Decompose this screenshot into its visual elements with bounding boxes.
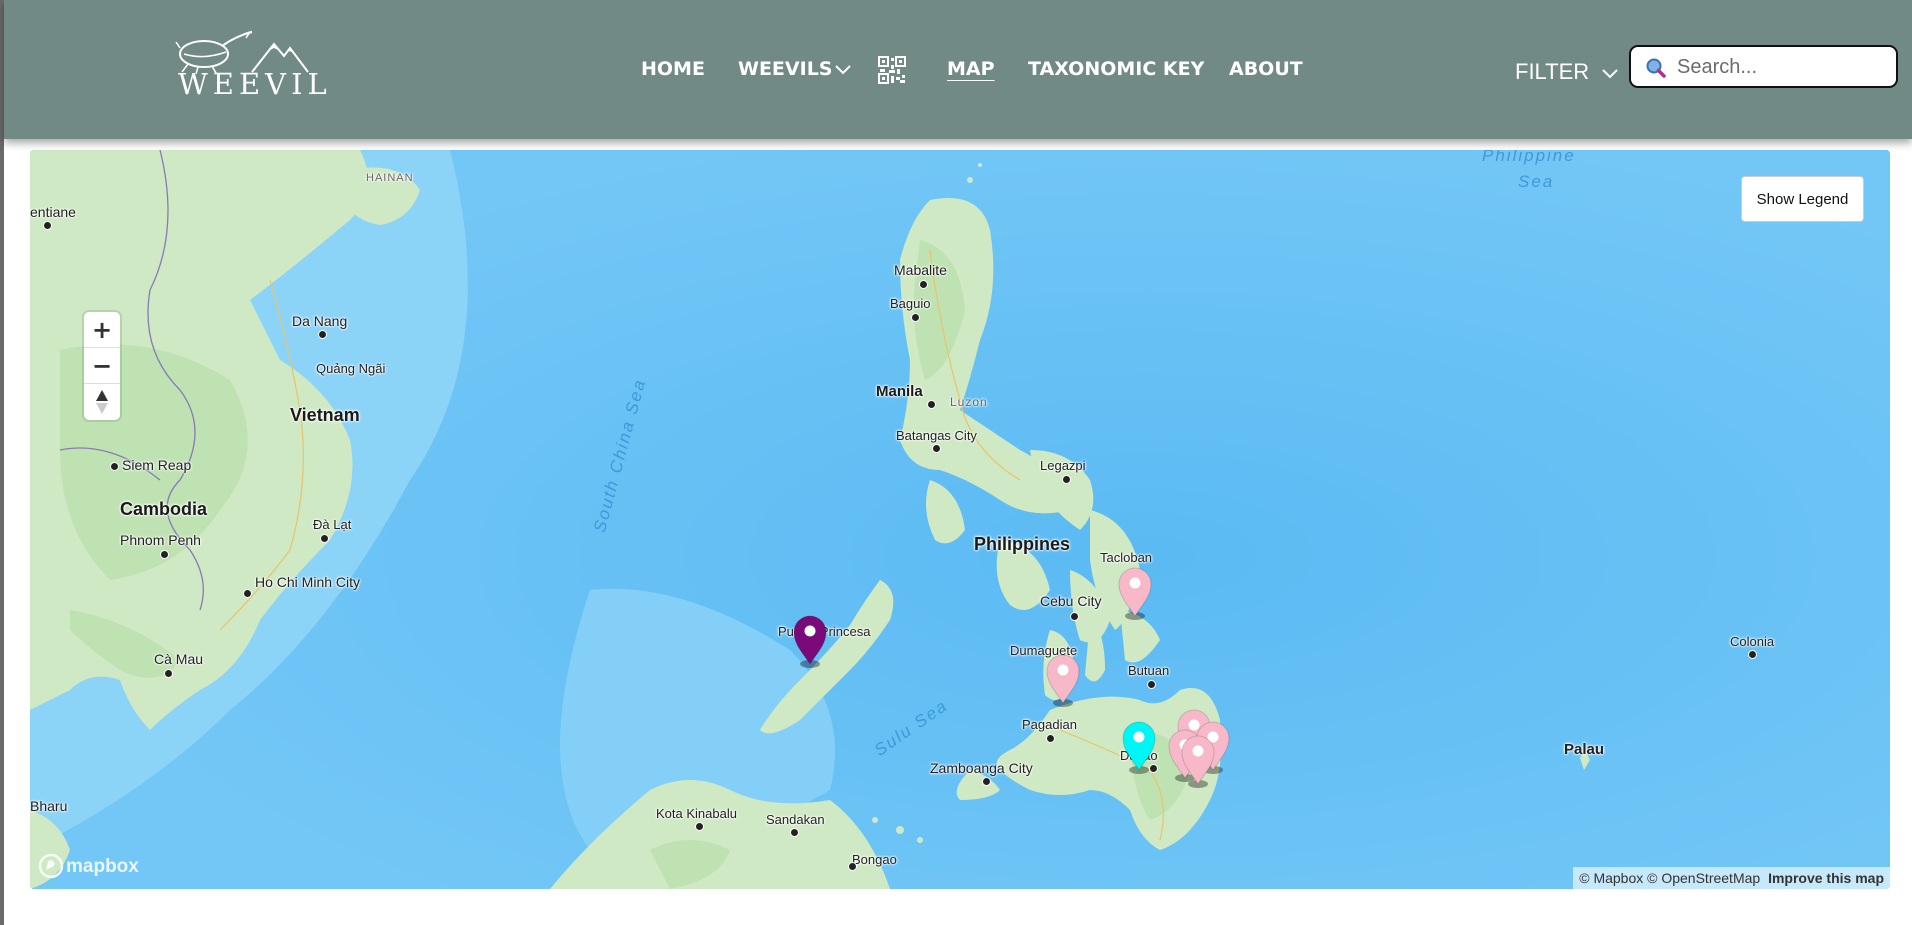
label-philippine-sea: Philippine [1482,150,1576,165]
label-mabalite: Mabalite [894,262,947,278]
label-kota-kinabalu: Kota Kinabalu [656,806,737,821]
chevron-down-icon [835,65,852,75]
label-batangas: Batangas City [896,428,977,443]
map-pin-icon [1118,567,1152,620]
city-dot [164,669,173,678]
label-zamboanga: Zamboanga City [930,760,1033,776]
nav-taxonomic-key[interactable]: TAXONOMIC KEY [1028,57,1204,81]
attribution-mapbox-link[interactable]: © Mapbox [1579,870,1643,886]
city-dot [919,280,928,289]
specimen-marker-davao-oriental-4[interactable] [1180,734,1216,790]
zoom-control: + − [84,312,120,420]
search-box[interactable] [1629,45,1898,88]
specimen-marker-davao[interactable] [1121,720,1157,776]
map-pin-icon [1046,654,1080,707]
label-sandakan: Sandakan [766,812,825,827]
city-dot [1070,612,1079,621]
city-dot [982,777,991,786]
specimen-marker-palawan[interactable] [792,614,828,670]
label-bharu: Bharu [30,798,68,814]
label-legazpi: Legazpi [1040,458,1086,473]
city-dot [320,534,329,543]
mapbox-logo[interactable]: mapbox [38,852,158,884]
label-pagadian: Pagadian [1022,717,1077,732]
zoom-out-button[interactable]: − [84,348,120,384]
label-tacloban: Tacloban [1100,550,1153,565]
city-dot [927,400,936,409]
mapbox-logo-text: mapbox [66,856,139,877]
city-dot [43,221,52,230]
search-icon [1646,58,1666,78]
label-philippines: Philippines [974,534,1071,554]
label-palau: Palau [1564,741,1605,758]
city-dot [160,550,169,559]
city-dot [790,828,799,837]
label-vientiane: entiane [30,204,76,220]
zoom-in-button[interactable]: + [84,312,120,348]
label-ca-mau: Cà Mau [154,651,204,667]
specimen-marker-leyte[interactable] [1117,566,1153,622]
nav-map[interactable]: MAP [947,57,995,81]
map-pin-icon [793,615,827,668]
navbar: WEEVIL HOME WEEVILS MAP TAXONOMIC KEY AB… [4,0,1912,139]
label-hainan: HAINAN [366,172,414,184]
label-colonia: Colonia [1730,634,1775,649]
city-dot [1046,734,1055,743]
improve-map-link[interactable]: Improve this map [1768,870,1884,886]
page-footer-space [4,889,1912,925]
nav-weevils-label: WEEVILS [738,58,833,80]
search-input[interactable] [1675,51,1894,83]
label-manila: Manila [876,383,923,400]
label-vietnam: Vietnam [290,405,360,425]
map-pin-icon [1122,721,1156,774]
logo-text: WEEVIL [178,67,332,101]
label-quang-ngai: Quảng Ngãi [316,361,386,376]
page: WEEVIL HOME WEEVILS MAP TAXONOMIC KEY AB… [4,0,1912,925]
city-dot [1147,680,1156,689]
weevil-logo[interactable]: WEEVIL [174,30,334,100]
label-siem-reap: Siem Reap [122,457,192,473]
label-bongao: Bongao [852,852,897,867]
mapbox-logo-icon: mapbox [38,853,139,879]
map-attribution: © Mapbox © OpenStreetMap Improve this ma… [1573,867,1890,889]
map-pin-icon [1181,735,1215,788]
city-dot [848,862,857,871]
show-legend-button[interactable]: Show Legend [1741,176,1864,222]
label-ho-chi-minh: Ho Chi Minh City [255,574,361,590]
nav-weevils[interactable]: WEEVILS [738,57,852,81]
label-philippine-sea-2: Sea [1518,172,1555,191]
specimen-marker-negros[interactable] [1045,653,1081,709]
label-baguio: Baguio [890,296,931,311]
city-dot [932,444,941,453]
label-phnom-penh: Phnom Penh [120,532,201,548]
city-dot [318,330,327,339]
city-dot [911,313,920,322]
city-dot [1062,475,1071,484]
compass-button[interactable] [84,384,120,420]
label-cambodia: Cambodia [120,499,208,519]
map-view[interactable]: HAINAN entiane Da Nang Quảng Ngãi Vietna… [30,150,1890,889]
label-da-nang: Da Nang [292,313,348,329]
city-dot [110,462,119,471]
nav-about[interactable]: ABOUT [1229,57,1303,81]
filter-dropdown[interactable]: FILTER [1515,59,1619,85]
compass-icon [96,390,108,414]
nav-home[interactable]: HOME [641,57,705,81]
label-butuan: Butuan [1128,663,1170,678]
label-luzon: Luzon [950,395,988,409]
city-dot [695,822,704,831]
city-dot [243,589,252,598]
attribution-osm-link[interactable]: © OpenStreetMap [1647,870,1760,886]
map-basemap [30,150,1890,889]
label-cebu: Cebu City [1040,593,1102,609]
label-da-lat: Đà Lạt [313,517,352,532]
qr-code-icon[interactable] [878,56,906,84]
city-dot [1748,650,1757,659]
chevron-down-icon [1602,69,1618,79]
filter-label: FILTER [1515,59,1590,84]
